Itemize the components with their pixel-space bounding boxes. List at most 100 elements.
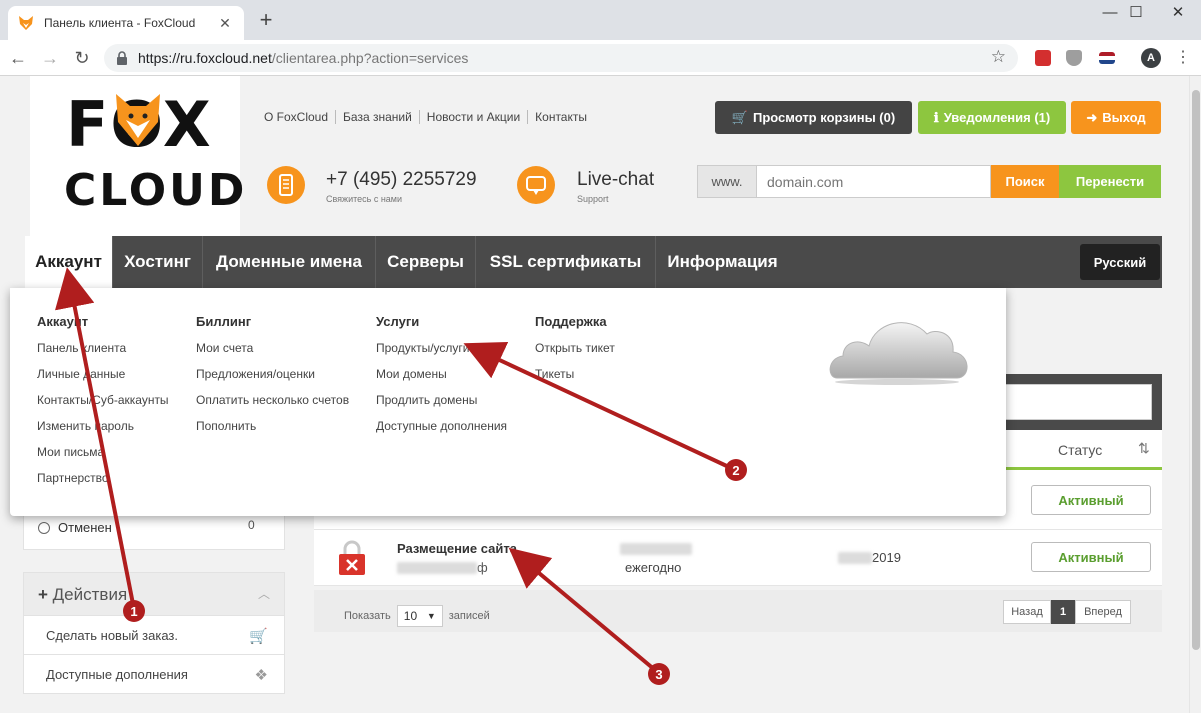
status-column-header[interactable]: Статус: [1058, 442, 1102, 458]
domain-search-button[interactable]: Поиск: [991, 165, 1059, 198]
foxcloud-favicon-icon: [19, 16, 33, 30]
menu-item-my-domains[interactable]: Мои домены: [376, 367, 507, 393]
actions-panel-header[interactable]: + Действия ︿: [23, 572, 285, 616]
menu-column-account: Аккаунт Панель клиента Личные данные Кон…: [37, 314, 169, 497]
scrollbar-thumb[interactable]: [1192, 90, 1200, 650]
tab-title: Панель клиента - FoxCloud: [44, 16, 196, 30]
forward-icon[interactable]: →: [38, 46, 62, 70]
shield-extension-icon[interactable]: [1066, 50, 1082, 66]
adblock-extension-icon[interactable]: [1035, 50, 1051, 66]
domain-prefix: www.: [697, 165, 757, 198]
actions-title: + Действия: [38, 585, 128, 604]
notifications-button[interactable]: ℹ Уведомления (1): [918, 101, 1066, 134]
nav-servers[interactable]: Серверы: [376, 236, 476, 288]
menu-item-quotes[interactable]: Предложения/оценки: [196, 367, 349, 393]
phone-icon: [267, 166, 305, 204]
link-knowledge-base[interactable]: База знаний: [336, 110, 420, 124]
main-nav: Аккаунт Хостинг Доменные имена Серверы S…: [25, 236, 1162, 288]
prev-page-button[interactable]: Назад: [1003, 600, 1051, 624]
status-badge: Активный: [1031, 485, 1151, 515]
menu-item-client-panel[interactable]: Панель клиента: [37, 341, 169, 367]
action-addons[interactable]: Доступные дополнения ❖: [23, 655, 285, 694]
logout-icon: ➜: [1086, 109, 1098, 125]
back-icon[interactable]: ←: [6, 46, 30, 70]
close-window-button[interactable]: ✕: [1155, 0, 1201, 30]
menu-item-renew-domains[interactable]: Продлить домены: [376, 393, 507, 419]
table-search-input[interactable]: [1004, 384, 1152, 420]
filter-cancelled[interactable]: Отменен: [38, 520, 112, 535]
browser-tab[interactable]: Панель клиента - FoxCloud ✕: [8, 6, 244, 40]
phone-number[interactable]: +7 (495) 2255729: [326, 169, 477, 191]
bookmark-star-icon[interactable]: ☆: [991, 47, 1006, 67]
menu-column-support: Поддержка Открыть тикет Тикеты: [535, 314, 615, 393]
menu-column-services: Услуги Продукты/услуги Мои домены Продли…: [376, 314, 507, 445]
nav-account[interactable]: Аккаунт: [25, 236, 113, 288]
menu-item-change-password[interactable]: Изменить пароль: [37, 419, 169, 445]
live-chat-link[interactable]: Live-chat: [577, 169, 654, 191]
cart-icon: 🛒: [249, 628, 268, 645]
chevron-up-icon[interactable]: ︿: [258, 585, 270, 602]
menu-item-add-funds[interactable]: Пополнить: [196, 419, 349, 445]
language-button[interactable]: Русский: [1080, 244, 1160, 280]
action-new-order[interactable]: Сделать новый заказ. 🛒: [23, 616, 285, 655]
next-page-button[interactable]: Вперед: [1075, 600, 1131, 624]
view-cart-button[interactable]: 🛒 Просмотр корзины (0): [715, 101, 912, 134]
page-size-control: Показать 10 ▼ записей: [344, 605, 490, 627]
service-price: [620, 543, 692, 555]
browser-menu-icon[interactable]: ⋮: [1175, 48, 1191, 68]
menu-item-open-ticket[interactable]: Открыть тикет: [535, 341, 615, 367]
nav-ssl[interactable]: SSL сертификаты: [476, 236, 656, 288]
link-news[interactable]: Новости и Акции: [420, 110, 529, 124]
radio-icon: [38, 521, 50, 534]
cart-icon: 🛒: [731, 109, 748, 125]
menu-item-available-addons[interactable]: Доступные дополнения: [376, 419, 507, 445]
new-tab-button[interactable]: +: [254, 9, 278, 33]
cloud-icon: [829, 322, 968, 385]
close-tab-icon[interactable]: ✕: [216, 15, 234, 32]
nav-info[interactable]: Информация: [656, 236, 789, 288]
sort-icon[interactable]: ⇅: [1138, 440, 1150, 457]
cubes-icon: ❖: [254, 667, 268, 684]
filter-cancelled-count: 0: [248, 518, 255, 532]
page-scrollbar[interactable]: [1189, 76, 1201, 713]
menu-item-tickets[interactable]: Тикеты: [535, 367, 615, 393]
url-host: https://ru.foxcloud.net: [138, 50, 272, 66]
language-flag-extension-icon[interactable]: [1099, 52, 1115, 64]
reload-icon[interactable]: ↻: [70, 46, 94, 70]
table-header: Статус ⇅: [1004, 430, 1162, 470]
address-bar[interactable]: https://ru.foxcloud.net/clientarea.php?a…: [104, 44, 1018, 72]
browser-tabbar: Панель клиента - FoxCloud ✕ + — ☐ ✕: [0, 0, 1201, 40]
page-size-select[interactable]: 10 ▼: [396, 605, 443, 627]
menu-item-affiliate[interactable]: Партнерство: [37, 471, 169, 497]
domain-input[interactable]: [757, 165, 991, 198]
link-about[interactable]: О FoxCloud: [264, 110, 337, 124]
lock-icon: [339, 540, 365, 575]
service-name[interactable]: Размещение сайта: [397, 541, 517, 556]
table-search-strip: [1004, 374, 1162, 430]
info-icon: ℹ: [933, 109, 939, 125]
account-dropdown-menu: Аккаунт Панель клиента Личные данные Кон…: [10, 288, 1006, 516]
chat-icon: [517, 166, 555, 204]
menu-item-personal-data[interactable]: Личные данные: [37, 367, 169, 393]
logo-line-cloud: CLOUD: [64, 165, 248, 216]
service-billing-cycle: ежегодно: [625, 560, 682, 575]
logout-button[interactable]: ➜ Выход: [1071, 101, 1161, 134]
menu-item-my-emails[interactable]: Мои письма: [37, 445, 169, 471]
browser-toolbar: ← → ↻ https://ru.foxcloud.net/clientarea…: [0, 40, 1201, 76]
current-page[interactable]: 1: [1051, 600, 1075, 624]
foxcloud-logo[interactable]: FOX CLOUD: [30, 76, 244, 236]
link-contacts[interactable]: Контакты: [528, 110, 594, 124]
fox-head-icon: [116, 94, 160, 146]
chat-caption: Support: [577, 194, 609, 204]
menu-item-my-invoices[interactable]: Мои счета: [196, 341, 349, 367]
menu-item-contacts[interactable]: Контакты/Суб-аккаунты: [37, 393, 169, 419]
nav-hosting[interactable]: Хостинг: [113, 236, 203, 288]
menu-item-products-services[interactable]: Продукты/услуги: [376, 341, 507, 367]
phone-caption: Свяжитесь с нами: [326, 194, 403, 204]
nav-domains[interactable]: Доменные имена: [203, 236, 376, 288]
status-badge: Активный: [1031, 542, 1151, 572]
maximize-button[interactable]: ☐: [1113, 0, 1159, 30]
menu-item-mass-pay[interactable]: Оплатить несколько счетов: [196, 393, 349, 419]
profile-avatar[interactable]: A: [1141, 48, 1161, 68]
domain-transfer-button[interactable]: Перенести: [1059, 165, 1161, 198]
